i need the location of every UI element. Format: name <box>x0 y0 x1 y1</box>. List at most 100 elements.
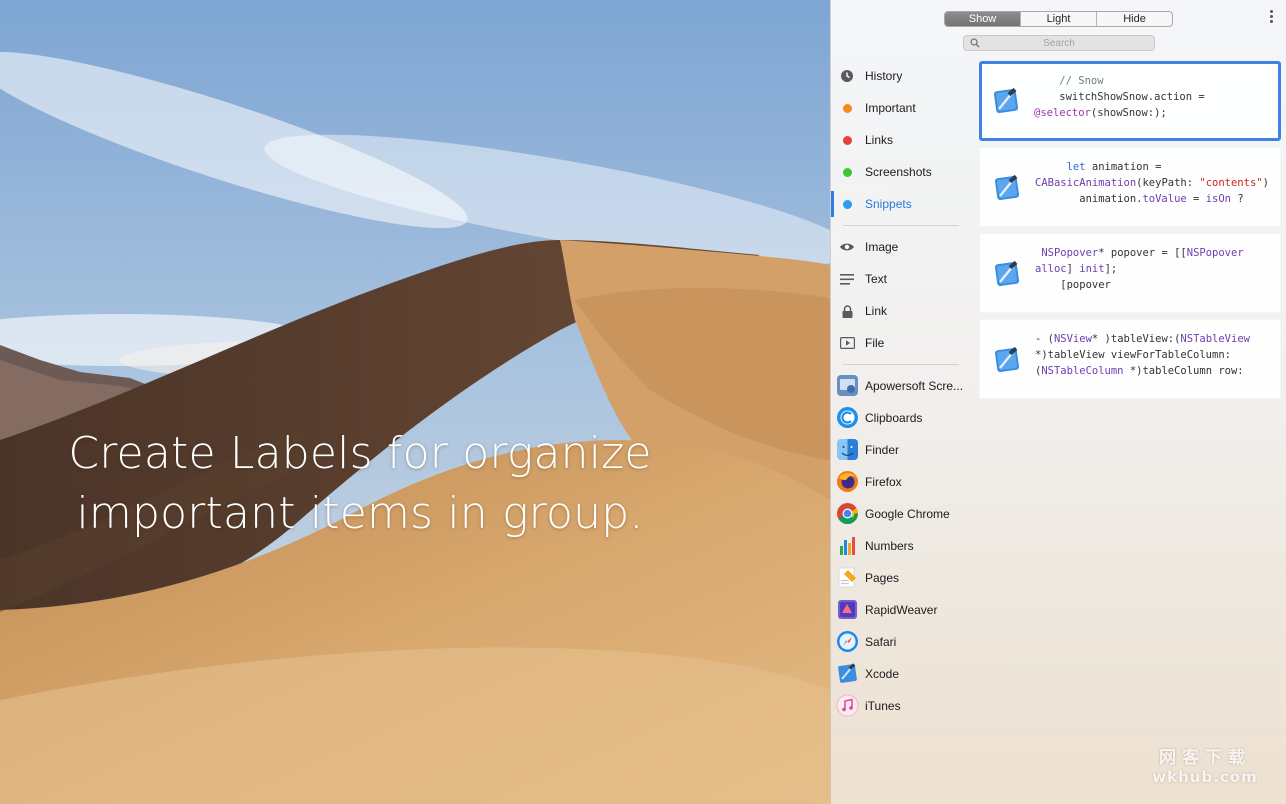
code-line: let animation = <box>1035 159 1272 175</box>
sidebar-item-clipboards[interactable]: Clipboards <box>831 402 971 434</box>
sidebar-item-label: History <box>865 69 903 83</box>
sidebar-item-history[interactable]: History <box>831 60 971 92</box>
sidebar-item-xcode[interactable]: Xcode <box>831 658 971 690</box>
snippet-code: NSPopover* popover = [[NSPopover alloc] i… <box>1035 245 1272 293</box>
sidebar-item-image[interactable]: Image <box>831 231 971 263</box>
snippet-card[interactable]: NSPopover* popover = [[NSPopover alloc] i… <box>979 233 1281 313</box>
code-token: // Snow <box>1034 75 1104 87</box>
sidebar-item-link[interactable]: Link <box>831 295 971 327</box>
headline-line-1: Create Labels for organize <box>68 428 652 479</box>
snippet-card[interactable]: // Snow switchShowSnow.action = @selector… <box>979 61 1281 141</box>
code-token: ) <box>1262 177 1269 189</box>
sidebar-item-rapidweaver[interactable]: RapidWeaver <box>831 594 971 626</box>
code-token: *)tableColumn row: <box>1123 365 1244 377</box>
show-segment[interactable]: Show <box>945 12 1020 26</box>
code-line: [popover <box>1035 277 1272 293</box>
snippet-code: // Snow switchShowSnow.action = @selector… <box>1034 73 1270 121</box>
snippet-card[interactable]: let animation = CABasicAnimation(keyPath:… <box>979 147 1281 227</box>
light-segment[interactable]: Light <box>1020 12 1096 26</box>
play-file-icon <box>839 335 855 351</box>
watermark: 网客下载 wkhub.com <box>1143 748 1267 786</box>
sidebar-item-label: File <box>865 336 885 350</box>
sidebar-item-finder[interactable]: Finder <box>831 434 971 466</box>
sidebar-item-important[interactable]: Important <box>831 92 971 124</box>
xcode-icon <box>838 663 857 683</box>
code-token: alloc <box>1035 263 1067 275</box>
sidebar-item-snippets[interactable]: Snippets <box>831 188 971 220</box>
code-line: (NSTableColumn *)tableColumn row: <box>1035 363 1272 379</box>
red-dot-icon <box>839 132 855 148</box>
code-token: ]; <box>1104 263 1118 275</box>
firefox-icon <box>837 471 858 492</box>
code-token: ? <box>1231 193 1244 205</box>
code-token: @selector <box>1034 107 1091 119</box>
sidebar-item-label: Xcode <box>865 667 900 681</box>
hide-segment[interactable]: Hide <box>1096 12 1172 26</box>
code-token: [popover <box>1035 279 1111 291</box>
code-line: switchShowSnow.action = <box>1034 89 1270 105</box>
sidebar-item-screenshots[interactable]: Screenshots <box>831 156 971 188</box>
snippet-card[interactable]: - (NSView* )tableView:(NSTableView *)tabl… <box>979 319 1281 399</box>
code-token: toValue <box>1142 193 1187 205</box>
sidebar-item-itunes[interactable]: iTunes <box>831 690 971 722</box>
headline: Create Labels for organize important ite… <box>40 424 680 544</box>
sidebar-item-numbers[interactable]: Numbers <box>831 530 971 562</box>
clipboard-panel: Show Light Hide History Important Links <box>830 0 1286 804</box>
code-token: NSTableView <box>1180 333 1250 345</box>
code-line: *)tableView viewForTableColumn: <box>1035 347 1272 363</box>
chrome-icon <box>837 503 858 524</box>
sidebar-item-label: Pages <box>865 571 900 585</box>
sidebar-item-safari[interactable]: Safari <box>831 626 971 658</box>
sidebar-item-label: Apowersoft Scre... <box>865 379 964 393</box>
sidebar-item-label: Links <box>865 133 894 147</box>
code-token: *)tableView viewForTableColumn: <box>1035 349 1231 361</box>
sidebar-item-links[interactable]: Links <box>831 124 971 156</box>
more-menu-icon[interactable] <box>1268 9 1274 27</box>
code-token: (keyPath: <box>1136 177 1200 189</box>
sidebar-item-label: Firefox <box>865 475 902 489</box>
code-token: let <box>1066 161 1086 173</box>
sidebar-item-label: Clipboards <box>865 411 923 425</box>
sidebar-item-label: Finder <box>865 443 900 457</box>
code-token: (showSnow:); <box>1090 107 1167 119</box>
code-token: isOn <box>1205 193 1231 205</box>
sidebar-item-label: Google Chrome <box>865 507 950 521</box>
lines-icon <box>839 271 855 287</box>
visibility-segmented-control: Show Light Hide <box>944 11 1173 27</box>
safari-icon <box>837 631 858 652</box>
sidebar-item-label: Important <box>865 101 916 115</box>
code-line: // Snow <box>1034 73 1270 89</box>
xcode-icon <box>992 259 1022 289</box>
sidebar-item-firefox[interactable]: Firefox <box>831 466 971 498</box>
code-line: animation.toValue = isOn ? <box>1035 191 1272 207</box>
eye-icon <box>839 239 855 255</box>
watermark-line-2: wkhub.com <box>1152 768 1258 786</box>
sidebar-item-label: Safari <box>865 635 897 649</box>
code-token: CABasicAnimation <box>1035 177 1137 189</box>
headline-line-2: important items in group. <box>76 488 644 539</box>
lock-icon <box>839 303 855 319</box>
finder-icon <box>837 439 858 460</box>
sidebar-item-label: Image <box>865 240 899 254</box>
blue-dot-icon <box>839 196 855 212</box>
sidebar-item-chrome[interactable]: Google Chrome <box>831 498 971 530</box>
apowersoft-icon <box>837 375 858 396</box>
sidebar-item-apowersoft[interactable]: Apowersoft Scre... <box>831 370 971 402</box>
code-token: NSPopover <box>1041 247 1099 259</box>
sidebar-item-file[interactable]: File <box>831 327 971 359</box>
sidebar-item-label: Snippets <box>865 197 912 211</box>
code-token: init <box>1079 263 1105 275</box>
sidebar-item-text[interactable]: Text <box>831 263 971 295</box>
code-token: NSTableColumn <box>1041 365 1124 377</box>
code-token: switchShowSnow.action = <box>1034 91 1205 103</box>
search-input[interactable] <box>964 36 1154 50</box>
sidebar: History Important Links Screenshots Snip… <box>831 60 971 722</box>
code-token: - ( <box>1035 333 1054 345</box>
sidebar-item-pages[interactable]: Pages <box>831 562 971 594</box>
xcode-icon <box>991 86 1021 116</box>
code-token: NSPopover <box>1186 247 1244 259</box>
sidebar-item-label: iTunes <box>865 699 901 713</box>
code-token: ] <box>1066 263 1080 275</box>
code-token: animation. <box>1035 193 1143 205</box>
